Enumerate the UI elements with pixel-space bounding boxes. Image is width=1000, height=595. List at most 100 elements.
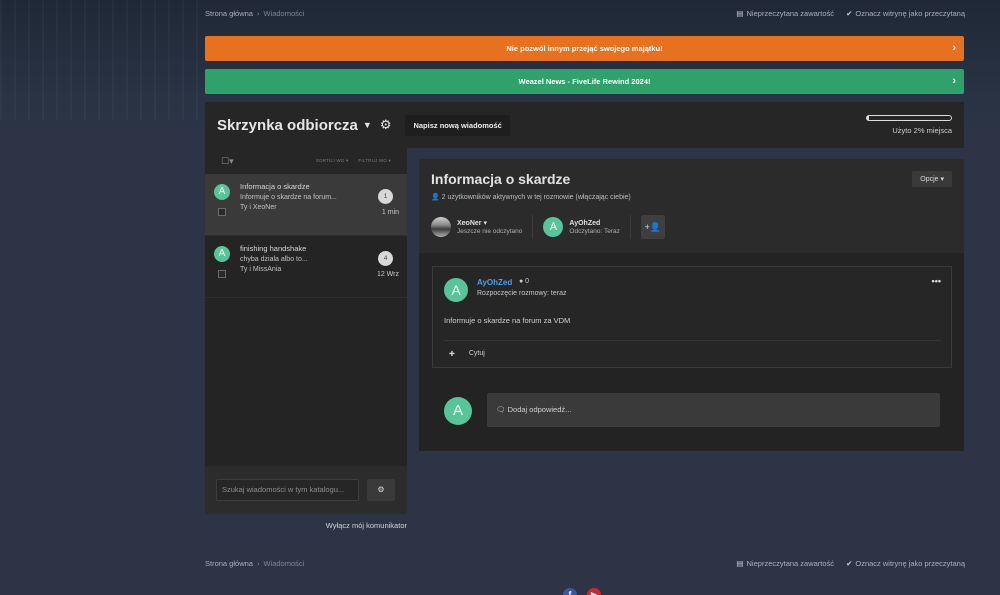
inbox-title[interactable]: Skrzynka odbiorcza [217,117,358,134]
conversation-participants: Ty i XeoNer [240,204,277,211]
footer-bar: Strona główna › Wiadomości ▤ Nieprzeczyta… [205,559,965,568]
sort-dropdown[interactable]: SORTUJ WG ▾ [316,158,349,164]
facebook-icon[interactable]: f [563,588,577,595]
breadcrumb-home[interactable]: Strona główna [205,9,253,18]
participant[interactable]: A AyOhZed Odczytano: Teraz [543,217,629,237]
reply-count-badge: 4 [378,251,393,266]
announcement-banner-2[interactable]: Weazel News - FiveLife Rewind 2024! › [205,69,964,94]
conversation-checkbox[interactable] [218,208,226,216]
add-participant-button[interactable]: +👤 [640,215,665,239]
caret-down-icon[interactable]: ▼ [363,120,372,130]
message-actions: ✚ Cytuj [449,350,485,358]
reply-input[interactable]: 🗨 Dodaj odpowiedź... [487,393,940,427]
inbox-header: Skrzynka odbiorcza ▼ ⚙ Napisz nową wiado… [205,102,964,148]
avatar: A [543,217,564,237]
active-users-text: 2 użytkowników aktywnych w tej rozmowie … [441,194,631,201]
conversation-title[interactable]: Informacja o skardze [240,182,399,191]
conversation-heading: Informacja o skardze [431,171,571,187]
participant-name[interactable]: XeoNer ▾ [457,219,522,227]
gear-icon[interactable]: ⚙ [380,117,392,133]
reputation-badge: ● 0 [519,278,530,285]
participant-name[interactable]: AyOhZed [569,220,619,227]
user-icon: 👤 [431,194,442,201]
chevron-right-icon: › [952,42,956,54]
filter-dropdown[interactable]: FILTRUJ WG ▾ [358,158,391,164]
select-all-icon[interactable]: ☐▾ [221,156,234,167]
avatar[interactable]: A [444,278,468,302]
conversation-header: Informacja o skardze 👤 2 użytkowników ak… [419,159,964,253]
social-links: f ▶ [563,588,601,595]
message-search: Szukaj wiadomości w tym katalogu... ⚙ [205,466,407,514]
list-toolbar: ☐▾ SORTUJ WG ▾ FILTRUJ WG ▾ [205,148,407,174]
participant[interactable]: XeoNer ▾ Jeszcze nie odczytano [431,217,532,237]
breadcrumb-separator: › [256,8,260,18]
quote-button[interactable]: Cytuj [469,350,485,358]
unread-content-label: Nieprzeczytana zawartość [746,8,835,18]
message-author[interactable]: AyOhZed [477,278,512,287]
quota-bar-fill [867,116,869,120]
check-icon: ✔ [846,8,853,18]
conversation-list-panel: ☐▾ SORTUJ WG ▾ FILTRUJ WG ▾ A Informacja… [205,148,407,514]
quota-bar [866,115,952,121]
divider [532,215,534,239]
storage-quota: Użyto 2% miejsca [864,115,952,135]
top-links: ▤ Nieprzeczytana zawartość ✔ Oznacz witryn… [736,9,965,18]
message-timestamp: Rozpoczęcie rozmowy: teraz [477,290,567,297]
breadcrumb-home[interactable]: Strona główna [205,559,253,568]
breadcrumb-current[interactable]: Wiadomości [263,9,304,18]
avatar: A [214,246,230,262]
options-button[interactable]: Opcje ▾ [912,171,952,187]
search-settings-button[interactable]: ⚙ [367,479,395,501]
disable-messenger-link[interactable]: Wyłącz mój komunikator [205,521,407,530]
youtube-icon[interactable]: ▶ [587,588,601,595]
conversation-time: 12 Wrz [376,271,399,278]
conversation-panel: Informacja o skardze 👤 2 użytkowników ak… [419,159,964,451]
conversation-preview: chyba dziala albo to... [240,256,308,263]
announcement-banner-1[interactable]: Nie pozwól innym przejąć swojego majątku… [205,36,964,61]
conversation-item[interactable]: A finishing handshake chyba dziala albo … [205,236,407,298]
conversation-checkbox[interactable] [218,270,226,278]
avatar: A [214,184,230,200]
announcement-banner-1-text: Nie pozwól innym przejąć swojego majątku… [506,44,663,53]
quota-label: Użyto 2% miejsca [892,126,952,135]
breadcrumb-current[interactable]: Wiadomości [263,559,304,568]
announcement-banner-2-text: Weazel News - FiveLife Rewind 2024! [518,77,651,86]
conversation-preview: Informuje o skardze na forum... [240,194,337,201]
chevron-right-icon: › [952,75,956,87]
multiquote-icon[interactable]: ✚ [449,350,455,358]
check-icon: ✔ [846,559,853,568]
gear-icon: ⚙ [377,485,385,494]
inbox-icon: ▤ [736,8,744,18]
avatar: A [444,397,472,425]
mark-site-read-link[interactable]: ✔ Oznacz witrynę jako przeczytaną [846,9,965,18]
background-structure [0,0,210,120]
inbox-icon: ▤ [736,559,744,568]
more-options-icon[interactable]: ••• [932,276,941,286]
footer-breadcrumb: Strona główna › Wiadomości [205,559,304,568]
message-post: A AyOhZed ● 0 Rozpoczęcie rozmowy: teraz… [432,266,952,368]
list-sort-filter: SORTUJ WG ▾ FILTRUJ WG ▾ [316,158,391,164]
unread-content-link[interactable]: ▤ Nieprzeczytana zawartość [736,9,834,18]
mark-site-read-label: Oznacz witrynę jako przeczytaną [855,8,965,18]
unread-content-label: Nieprzeczytana zawartość [746,559,835,568]
conversation-time: 1 min [381,209,399,216]
mark-site-read-link[interactable]: ✔ Oznacz witrynę jako przeczytaną [846,559,965,568]
conversation-participants: Ty i MissAnia [240,266,282,273]
new-message-button[interactable]: Napisz nową wiadomość [405,114,510,136]
active-users-note: 👤 2 użytkowników aktywnych w tej rozmowi… [431,193,952,201]
message-body: Informuje o skardze na forum za VDM [444,316,571,325]
avatar [431,217,451,237]
participants-row: XeoNer ▾ Jeszcze nie odczytano A AyOhZed… [431,215,952,239]
conversation-item[interactable]: A Informacja o skardze Informuje o skard… [205,174,407,236]
top-bar: Strona główna › Wiadomości ▤ Nieprzeczyta… [205,6,965,20]
unread-content-link[interactable]: ▤ Nieprzeczytana zawartość [736,559,834,568]
divider [444,340,941,341]
footer-links: ▤ Nieprzeczytana zawartość ✔ Oznacz witryn… [736,559,965,568]
participant-status: Jeszcze nie odczytano [457,228,523,235]
breadcrumb-separator: › [256,559,260,568]
breadcrumb: Strona główna › Wiadomości [205,9,304,18]
conversation-title[interactable]: finishing handshake [240,244,399,253]
search-input[interactable]: Szukaj wiadomości w tym katalogu... [216,479,359,501]
participant-status: Odczytano: Teraz [569,227,620,235]
divider [629,215,631,239]
